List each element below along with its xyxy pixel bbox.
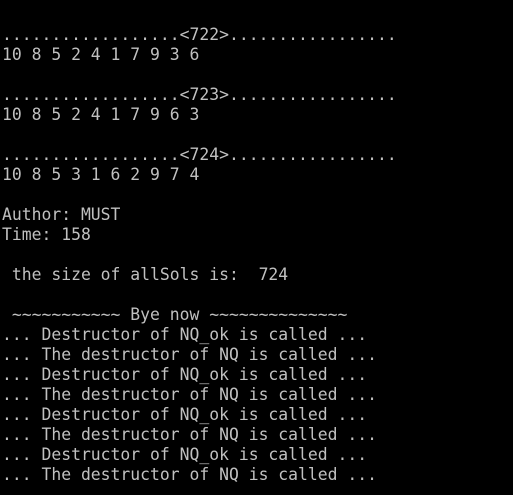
destructor-line: ... Destructor of NQ_ok is called ... <box>2 365 368 384</box>
size-line: the size of allSols is: 724 <box>2 265 289 284</box>
author-line: Author: MUST <box>2 205 121 224</box>
destructor-line: ... Destructor of NQ_ok is called ... <box>2 445 368 464</box>
destructor-line: ... Destructor of NQ_ok is called ... <box>2 405 368 424</box>
destructor-line: ... Destructor of NQ_ok is called ... <box>2 325 368 344</box>
solution-line-723: 10 8 5 2 4 1 7 9 6 3 <box>2 105 200 124</box>
destructor-line: ... The destructor of NQ is called ... <box>2 425 377 444</box>
console-output: ..................<722>.................… <box>2 25 510 485</box>
solution-line-724: 10 8 5 3 1 6 2 9 7 4 <box>2 165 200 184</box>
separator-line-724: ..................<724>................. <box>2 145 397 164</box>
destructor-line: ... The destructor of NQ is called ... <box>2 465 377 484</box>
separator-line-723: ..................<723>................. <box>2 85 397 104</box>
separator-line-722: ..................<722>................. <box>2 25 397 44</box>
console-window[interactable]: ..................<722>.................… <box>0 0 513 495</box>
destructor-line: ... The destructor of NQ is called ... <box>2 345 377 364</box>
destructor-line: ... The destructor of NQ is called ... <box>2 385 377 404</box>
time-line: Time: 158 <box>2 225 91 244</box>
solution-line-722: 10 8 5 2 4 1 7 9 3 6 <box>2 45 200 64</box>
bye-line: ~~~~~~~~~~~ Bye now ~~~~~~~~~~~~~~ <box>2 305 348 324</box>
